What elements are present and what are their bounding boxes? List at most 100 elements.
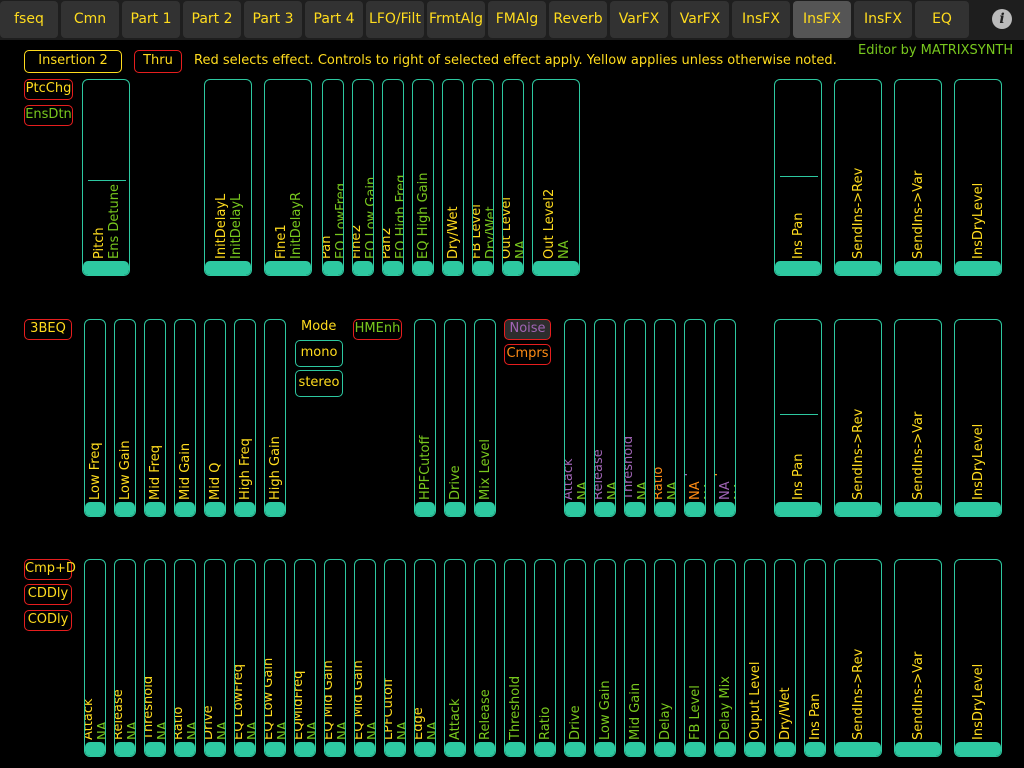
effect-cddly-button[interactable]: CDDly xyxy=(24,584,72,605)
tab-frmtalg[interactable]: FrmtAlg xyxy=(427,1,485,38)
slider-row1-8[interactable]: FB Level Dry/Wet xyxy=(472,79,494,276)
effect-ensdtn-button[interactable]: EnsDtn xyxy=(24,105,73,126)
tab-lfo-filt[interactable]: LFO/Filt xyxy=(366,1,424,38)
effect-ptcchg-button[interactable]: PtcChg xyxy=(24,79,73,100)
tab-insfx-3[interactable]: InsFX xyxy=(854,1,912,38)
slider-row3-6[interactable]: EQ Low Gain NA xyxy=(264,559,286,757)
tab-varfx-2[interactable]: VarFX xyxy=(671,1,729,38)
slider-row1-10[interactable]: Out Level2 NA xyxy=(532,79,580,276)
slider-row3-10[interactable]: LPFCutoff NA xyxy=(384,559,406,757)
tab-part1[interactable]: Part 1 xyxy=(122,1,180,38)
slider-row3-7[interactable]: EQMidFreq NA xyxy=(294,559,316,757)
slider-row2-3[interactable]: Mid Gain xyxy=(174,319,196,517)
effect-noise-button[interactable]: Noise xyxy=(504,319,551,340)
slider-thumb[interactable] xyxy=(85,742,105,756)
slider-row2-7[interactable]: HPFCutoff xyxy=(414,319,436,517)
slider-row1-2[interactable]: Fine1 InitDelayR xyxy=(264,79,312,276)
thru-button[interactable]: Thru xyxy=(134,50,182,73)
slider-thumb[interactable] xyxy=(325,742,345,756)
slider-thumb[interactable] xyxy=(385,742,405,756)
slider-thumb[interactable] xyxy=(715,502,735,516)
slider-row3-12[interactable]: Attack xyxy=(444,559,466,757)
slider-row1-5[interactable]: Pan2 EQ High Freq xyxy=(382,79,404,276)
tab-varfx-1[interactable]: VarFX xyxy=(610,1,668,38)
slider-thumb[interactable] xyxy=(445,742,465,756)
slider-row1-4[interactable]: Fine2 EQ Low Gain xyxy=(352,79,374,276)
slider-thumb[interactable] xyxy=(625,502,645,516)
slider-row1-11[interactable]: Ins Pan xyxy=(774,79,822,276)
slider-thumb[interactable] xyxy=(503,261,523,275)
slider-thumb[interactable] xyxy=(235,742,255,756)
slider-thumb[interactable] xyxy=(265,502,285,516)
slider-row2-10[interactable]: Attack NA xyxy=(564,319,586,517)
slider-row1-6[interactable]: EQ High Gain xyxy=(412,79,434,276)
slider-row3-15[interactable]: Ratio xyxy=(534,559,556,757)
slider-row3-18[interactable]: Mid Gain xyxy=(624,559,646,757)
slider-thumb[interactable] xyxy=(535,742,555,756)
slider-thumb[interactable] xyxy=(685,742,705,756)
slider-row2-4[interactable]: Mid Q xyxy=(204,319,226,517)
slider-thumb[interactable] xyxy=(265,742,285,756)
slider-row3-9[interactable]: EQ Mid Gain NA xyxy=(354,559,376,757)
tab-cmn[interactable]: Cmn xyxy=(61,1,119,38)
slider-row3-22[interactable]: Ouput Level xyxy=(744,559,766,757)
slider-row2-14[interactable]: Output Level NA NA xyxy=(684,319,706,517)
slider-row2-16[interactable]: Ins Pan xyxy=(774,319,822,517)
mode-mono-button[interactable]: mono xyxy=(295,340,343,367)
slider-thumb[interactable] xyxy=(235,502,255,516)
slider-thumb[interactable] xyxy=(323,261,343,275)
slider-row3-20[interactable]: FB Level xyxy=(684,559,706,757)
slider-thumb[interactable] xyxy=(835,502,881,516)
slider-row2-6[interactable]: High Gain xyxy=(264,319,286,517)
effect-cmpd-button[interactable]: Cmp+D xyxy=(24,559,76,580)
tab-part2[interactable]: Part 2 xyxy=(183,1,241,38)
slider-thumb[interactable] xyxy=(895,742,941,756)
slider-thumb[interactable] xyxy=(115,502,135,516)
slider-row1-14[interactable]: InsDryLevel xyxy=(954,79,1002,276)
slider-row2-1[interactable]: Low Gain xyxy=(114,319,136,517)
slider-thumb[interactable] xyxy=(775,502,821,516)
slider-thumb[interactable] xyxy=(175,742,195,756)
slider-row3-25[interactable]: SendIns->Rev xyxy=(834,559,882,757)
slider-thumb[interactable] xyxy=(205,742,225,756)
slider-thumb[interactable] xyxy=(445,502,465,516)
info-icon[interactable]: i xyxy=(992,9,1012,29)
slider-thumb[interactable] xyxy=(85,502,105,516)
slider-thumb[interactable] xyxy=(595,502,615,516)
slider-thumb[interactable] xyxy=(805,742,825,756)
slider-row2-5[interactable]: High Freq xyxy=(234,319,256,517)
slider-row2-18[interactable]: SendIns->Var xyxy=(894,319,942,517)
slider-row1-13[interactable]: SendIns->Var xyxy=(894,79,942,276)
slider-row1-0[interactable]: Pitch Ens Detune xyxy=(82,79,130,276)
slider-row3-13[interactable]: Release xyxy=(474,559,496,757)
slider-row3-0[interactable]: Attack NA xyxy=(84,559,106,757)
slider-thumb[interactable] xyxy=(955,261,1001,275)
slider-thumb[interactable] xyxy=(595,742,615,756)
insertion-selector[interactable]: Insertion 2 xyxy=(24,50,122,73)
slider-thumb[interactable] xyxy=(835,261,881,275)
slider-row1-3[interactable]: Pan EQ LowFreq xyxy=(322,79,344,276)
mode-stereo-button[interactable]: stereo xyxy=(295,370,343,397)
slider-thumb[interactable] xyxy=(895,261,941,275)
slider-row3-17[interactable]: Low Gain xyxy=(594,559,616,757)
slider-row3-4[interactable]: Drive NA xyxy=(204,559,226,757)
slider-row1-1[interactable]: InitDelayL InitDelayL xyxy=(204,79,252,276)
slider-thumb[interactable] xyxy=(685,502,705,516)
slider-row3-14[interactable]: Threshold xyxy=(504,559,526,757)
slider-row2-17[interactable]: SendIns->Rev xyxy=(834,319,882,517)
tab-fseq[interactable]: fseq xyxy=(0,1,58,38)
slider-thumb[interactable] xyxy=(145,742,165,756)
slider-row3-19[interactable]: Delay xyxy=(654,559,676,757)
slider-thumb[interactable] xyxy=(775,742,795,756)
slider-thumb[interactable] xyxy=(955,742,1001,756)
tab-part3[interactable]: Part 3 xyxy=(244,1,302,38)
tab-reverb[interactable]: Reverb xyxy=(549,1,607,38)
slider-thumb[interactable] xyxy=(565,742,585,756)
slider-row2-12[interactable]: Threshold NA xyxy=(624,319,646,517)
slider-thumb[interactable] xyxy=(895,502,941,516)
slider-thumb[interactable] xyxy=(205,502,225,516)
slider-row1-9[interactable]: Out Level NA xyxy=(502,79,524,276)
slider-thumb[interactable] xyxy=(295,742,315,756)
slider-thumb[interactable] xyxy=(775,261,821,275)
slider-thumb[interactable] xyxy=(475,502,495,516)
